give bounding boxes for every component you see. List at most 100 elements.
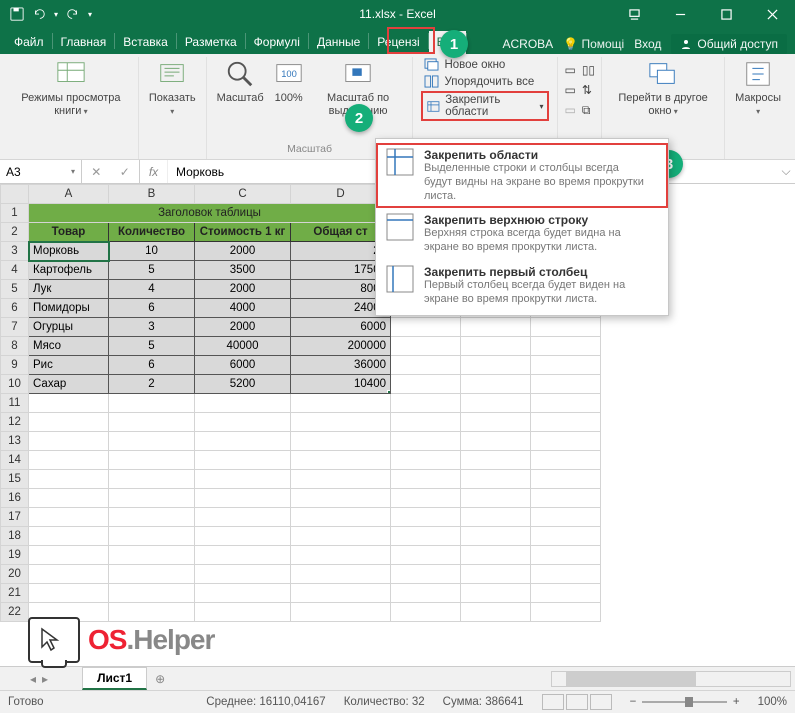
page-break-view-icon[interactable] <box>590 694 612 710</box>
cell[interactable]: Мясо <box>29 337 109 356</box>
page-layout-view-icon[interactable] <box>566 694 588 710</box>
zoom-level[interactable]: 100% <box>758 696 787 708</box>
row-header[interactable]: 5 <box>1 280 29 299</box>
minimize-button[interactable] <box>657 0 703 28</box>
tab-acroba[interactable]: ACROBA <box>502 37 553 51</box>
view-side-icon[interactable]: ▯▯ <box>582 63 595 77</box>
cell[interactable]: 6000 <box>195 356 291 375</box>
row-header[interactable]: 8 <box>1 337 29 356</box>
cell[interactable]: 4 <box>109 280 195 299</box>
select-all-corner[interactable] <box>1 185 29 204</box>
col-header[interactable]: A <box>29 185 109 204</box>
cell[interactable]: 10400 <box>291 375 391 394</box>
sheet-nav-prev[interactable]: ◂ <box>30 672 36 686</box>
sign-in[interactable]: Вход <box>634 37 661 51</box>
row-header[interactable]: 16 <box>1 489 29 508</box>
cell[interactable]: 2 <box>109 375 195 394</box>
add-sheet-button[interactable]: ⊕ <box>149 672 171 686</box>
row-header[interactable]: 3 <box>1 242 29 261</box>
row-header[interactable]: 21 <box>1 584 29 603</box>
freeze-panes-option[interactable]: Закрепить областиВыделенные строки и сто… <box>376 143 668 208</box>
formula-expand-icon[interactable]: ⌵ <box>777 160 795 183</box>
new-window-button[interactable]: Новое окно <box>421 57 549 72</box>
cell[interactable]: 5 <box>109 337 195 356</box>
row-header[interactable]: 17 <box>1 508 29 527</box>
cell[interactable]: 6 <box>109 356 195 375</box>
hide-icon[interactable]: ▭ <box>564 83 575 97</box>
row-header[interactable]: 1 <box>1 204 29 223</box>
view-modes-button[interactable]: Режимы просмотра книги <box>12 57 130 119</box>
cell[interactable]: 2000 <box>195 242 291 261</box>
tab-formulas[interactable]: Формулі <box>246 31 308 54</box>
fx-icon[interactable]: fx <box>140 160 168 183</box>
cell[interactable]: 3500 <box>195 261 291 280</box>
row-header[interactable]: 12 <box>1 413 29 432</box>
redo-icon[interactable] <box>66 7 80 21</box>
row-header[interactable]: 14 <box>1 451 29 470</box>
table-header[interactable]: Товар <box>29 223 109 242</box>
zoom-slider[interactable]: −+ <box>630 696 740 708</box>
freeze-top-row-option[interactable]: Закрепить верхнюю строкуВерхняя строка в… <box>376 208 668 260</box>
row-header[interactable]: 6 <box>1 299 29 318</box>
save-icon[interactable] <box>10 7 24 21</box>
maximize-button[interactable] <box>703 0 749 28</box>
zoom-button[interactable]: Масштаб <box>215 57 266 107</box>
cell[interactable]: Помидоры <box>29 299 109 318</box>
unhide-icon[interactable]: ▭ <box>564 103 575 117</box>
tab-layout[interactable]: Разметка <box>177 31 245 54</box>
tab-insert[interactable]: Вставка <box>115 31 176 54</box>
cell[interactable]: Морковь <box>29 242 109 261</box>
cell[interactable]: Лук <box>29 280 109 299</box>
cell[interactable]: Картофель <box>29 261 109 280</box>
sheet-nav-next[interactable]: ▸ <box>42 672 48 686</box>
tab-data[interactable]: Данные <box>309 31 368 54</box>
row-header[interactable]: 19 <box>1 546 29 565</box>
row-header[interactable]: 15 <box>1 470 29 489</box>
cell[interactable]: 2000 <box>195 280 291 299</box>
macros-button[interactable]: Макросы <box>733 57 783 119</box>
undo-icon[interactable] <box>32 7 46 21</box>
cell[interactable]: 4000 <box>195 299 291 318</box>
close-button[interactable] <box>749 0 795 28</box>
cell[interactable]: 3 <box>109 318 195 337</box>
tab-help[interactable]: 💡 Помощі <box>563 37 624 51</box>
row-header[interactable]: 9 <box>1 356 29 375</box>
table-header[interactable]: Количество <box>109 223 195 242</box>
customize-qat-icon[interactable]: ▾ <box>88 10 92 19</box>
row-header[interactable]: 18 <box>1 527 29 546</box>
row-header[interactable]: 13 <box>1 432 29 451</box>
table-header[interactable]: Стоимость 1 кг <box>195 223 291 242</box>
cell[interactable]: 6 <box>109 299 195 318</box>
sync-scroll-icon[interactable]: ⇅ <box>582 83 595 97</box>
horizontal-scrollbar[interactable] <box>551 671 791 687</box>
name-box[interactable]: A3 <box>0 160 82 183</box>
enter-formula-icon[interactable]: ✓ <box>120 165 130 179</box>
cell[interactable]: Огурцы <box>29 318 109 337</box>
cell[interactable]: 10 <box>109 242 195 261</box>
row-header[interactable]: 2 <box>1 223 29 242</box>
reset-pos-icon[interactable]: ⧉ <box>582 103 595 118</box>
arrange-all-button[interactable]: Упорядочить все <box>421 74 549 89</box>
ribbon-options-icon[interactable] <box>611 0 657 28</box>
tab-file[interactable]: Файл <box>6 31 52 54</box>
cell[interactable]: Рис <box>29 356 109 375</box>
row-header[interactable]: 20 <box>1 565 29 584</box>
cell[interactable]: 36000 <box>291 356 391 375</box>
switch-windows-button[interactable]: Перейти в другое окно <box>610 57 716 119</box>
cell[interactable]: 5200 <box>195 375 291 394</box>
sheet-tab[interactable]: Лист1 <box>82 667 147 690</box>
table-title[interactable]: Заголовок таблицы <box>29 204 391 223</box>
split-icon[interactable]: ▭ <box>564 63 575 77</box>
cell[interactable]: 40000 <box>195 337 291 356</box>
cell[interactable]: Сахар <box>29 375 109 394</box>
cell[interactable]: 5 <box>109 261 195 280</box>
row-header[interactable]: 7 <box>1 318 29 337</box>
cancel-formula-icon[interactable]: ✕ <box>91 165 101 179</box>
row-header[interactable]: 4 <box>1 261 29 280</box>
normal-view-icon[interactable] <box>542 694 564 710</box>
hundred-percent-button[interactable]: 100 100% <box>272 57 306 107</box>
col-header[interactable]: C <box>195 185 291 204</box>
row-header[interactable]: 11 <box>1 394 29 413</box>
row-header[interactable]: 22 <box>1 603 29 622</box>
row-header[interactable]: 10 <box>1 375 29 394</box>
